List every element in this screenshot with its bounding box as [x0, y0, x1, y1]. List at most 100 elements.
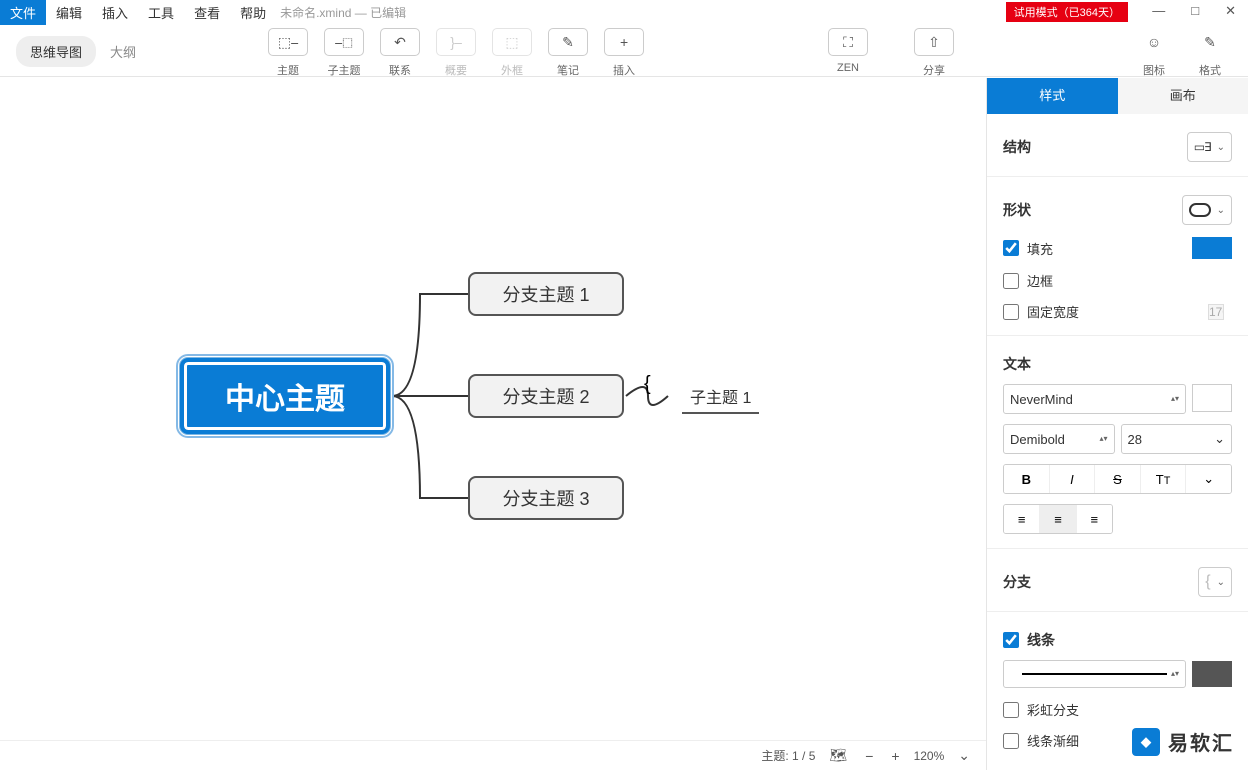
line-style-select[interactable]: ▴▾	[1003, 660, 1186, 688]
taper-checkbox[interactable]	[1003, 733, 1019, 749]
stepper-icon: ▴▾	[1099, 435, 1107, 443]
structure-icon: ▭∃	[1194, 140, 1211, 154]
align-right-button[interactable]: ≡	[1077, 505, 1112, 533]
tool-zen[interactable]: ⛶ ZEN	[820, 28, 876, 78]
format-panel: 样式 画布 结构 ▭∃ ⌄ 形状 ⌄ 填充 边框 固定宽度	[986, 78, 1248, 770]
watermark-text: 易软汇	[1168, 727, 1234, 756]
branch-topic-3[interactable]: 分支主题 3	[468, 476, 624, 520]
topic-count: 主题: 1 / 5	[761, 747, 815, 764]
sub-topic-1[interactable]: 子主题 1	[682, 380, 759, 414]
fill-color-swatch[interactable]	[1192, 237, 1232, 259]
relation-icon: ↶	[380, 28, 420, 56]
bold-button[interactable]: B	[1004, 465, 1050, 493]
fixed-width-checkbox[interactable]	[1003, 304, 1019, 320]
topic-icon: ⬚⎯	[268, 28, 308, 56]
menu-help[interactable]: 帮助	[230, 0, 276, 25]
maximize-icon[interactable]: □	[1187, 3, 1203, 19]
chevron-down-icon: ⌄	[1214, 431, 1225, 447]
font-family-select[interactable]: NeverMind ▴▾	[1003, 384, 1186, 414]
tab-outline[interactable]: 大纲	[96, 36, 150, 67]
border-checkbox[interactable]	[1003, 273, 1019, 289]
toolbar: 思维导图 大纲 ⬚⎯ 主题 ⎯⬚ 子主题 ↶ 联系 }⎯ 概要 ⬚ 外框 ✎ 笔…	[0, 24, 1248, 76]
label-fixed-width: 固定宽度	[1027, 302, 1079, 321]
italic-button[interactable]: I	[1050, 465, 1096, 493]
zoom-out-button[interactable]: −	[861, 748, 877, 764]
tool-relation[interactable]: ↶ 联系	[372, 28, 428, 78]
font-weight-select[interactable]: Demibold ▴▾	[1003, 424, 1115, 454]
panel-tab-style[interactable]: 样式	[987, 78, 1118, 114]
label-shape: 形状	[1003, 200, 1031, 220]
tool-note[interactable]: ✎ 笔记	[540, 28, 596, 78]
minimize-icon[interactable]: —	[1148, 3, 1169, 19]
format-icon: ✎	[1190, 28, 1230, 56]
label-rainbow: 彩虹分支	[1027, 700, 1079, 719]
canvas[interactable]: { 中心主题 分支主题 1 分支主题 2 分支主题 3 子主题 1	[0, 78, 986, 740]
menu-edit[interactable]: 编辑	[46, 0, 92, 25]
svg-text:{: {	[644, 373, 651, 395]
branch-topic-1[interactable]: 分支主题 1	[468, 272, 624, 316]
note-icon: ✎	[548, 28, 588, 56]
text-more-button[interactable]: ⌄	[1186, 465, 1231, 493]
branch-style-select[interactable]: {⌄	[1198, 567, 1232, 597]
menu-tool[interactable]: 工具	[138, 0, 184, 25]
share-icon: ⇧	[914, 28, 954, 56]
tool-boundary[interactable]: ⬚ 外框	[484, 28, 540, 78]
stepper-icon: ▴▾	[1171, 395, 1179, 403]
smiley-icon: ☺	[1134, 28, 1174, 56]
strike-button[interactable]: S	[1095, 465, 1141, 493]
chevron-down-icon: ⌄	[1217, 142, 1225, 153]
menu-insert[interactable]: 插入	[92, 0, 138, 25]
label-structure: 结构	[1003, 137, 1031, 157]
tool-subtopic[interactable]: ⎯⬚ 子主题	[316, 28, 372, 78]
rainbow-checkbox[interactable]	[1003, 702, 1019, 718]
central-topic[interactable]: 中心主题	[180, 358, 390, 434]
tool-iconlib[interactable]: ☺ 图标	[1126, 28, 1182, 78]
window-controls: — □ ✕	[1148, 3, 1240, 19]
case-button[interactable]: TT	[1141, 465, 1187, 493]
tool-share[interactable]: ⇧ 分享	[906, 28, 962, 78]
brace-icon: {	[1205, 573, 1210, 591]
tool-format[interactable]: ✎ 格式	[1182, 28, 1238, 78]
stepper-icon: ▴▾	[1171, 670, 1179, 678]
panel-tab-canvas[interactable]: 画布	[1118, 78, 1248, 114]
label-branch: 分支	[1003, 572, 1031, 592]
chevron-down-icon: ⌄	[1217, 577, 1225, 588]
menu-view[interactable]: 查看	[184, 0, 230, 25]
tab-mindmap[interactable]: 思维导图	[16, 36, 96, 67]
status-bar: 主题: 1 / 5 🗺 − + 120% ⌄	[0, 740, 986, 770]
font-color-swatch[interactable]	[1192, 384, 1232, 412]
menu-file[interactable]: 文件	[0, 0, 46, 25]
subtopic-icon: ⎯⬚	[324, 28, 364, 56]
document-title: 未命名.xmind — 已编辑	[280, 4, 406, 21]
label-fill: 填充	[1027, 239, 1053, 258]
line-color-swatch[interactable]	[1192, 661, 1232, 687]
insert-icon: +	[604, 28, 644, 56]
label-border: 边框	[1027, 271, 1053, 290]
line-checkbox[interactable]	[1003, 632, 1019, 648]
shape-select[interactable]: ⌄	[1182, 195, 1232, 225]
label-taper: 线条渐细	[1027, 731, 1079, 750]
text-style-group: B I S TT ⌄	[1003, 464, 1232, 494]
fill-checkbox[interactable]	[1003, 240, 1019, 256]
align-group: ≡ ≡ ≡	[1003, 504, 1113, 534]
label-text: 文本	[1003, 354, 1232, 374]
branch-topic-2[interactable]: 分支主题 2	[468, 374, 624, 418]
boundary-icon: ⬚	[492, 28, 532, 56]
tool-insert[interactable]: + 插入	[596, 28, 652, 78]
fixed-width-input	[1208, 304, 1224, 320]
zen-icon: ⛶	[828, 28, 868, 56]
tool-topic[interactable]: ⬚⎯ 主题	[260, 28, 316, 78]
structure-select[interactable]: ▭∃ ⌄	[1187, 132, 1232, 162]
tool-summary[interactable]: }⎯ 概要	[428, 28, 484, 78]
watermark-icon: ◆	[1132, 728, 1160, 756]
font-size-select[interactable]: 28 ⌄	[1121, 424, 1233, 454]
chevron-down-icon: ⌄	[1217, 205, 1225, 216]
zoom-dropdown[interactable]: ⌄	[954, 747, 974, 764]
zoom-in-button[interactable]: +	[887, 748, 903, 764]
align-left-button[interactable]: ≡	[1004, 505, 1040, 533]
summary-icon: }⎯	[436, 28, 476, 56]
watermark: ◆ 易软汇	[1132, 727, 1234, 756]
map-icon[interactable]: 🗺	[825, 747, 851, 764]
align-center-button[interactable]: ≡	[1040, 505, 1076, 533]
close-icon[interactable]: ✕	[1221, 3, 1240, 19]
